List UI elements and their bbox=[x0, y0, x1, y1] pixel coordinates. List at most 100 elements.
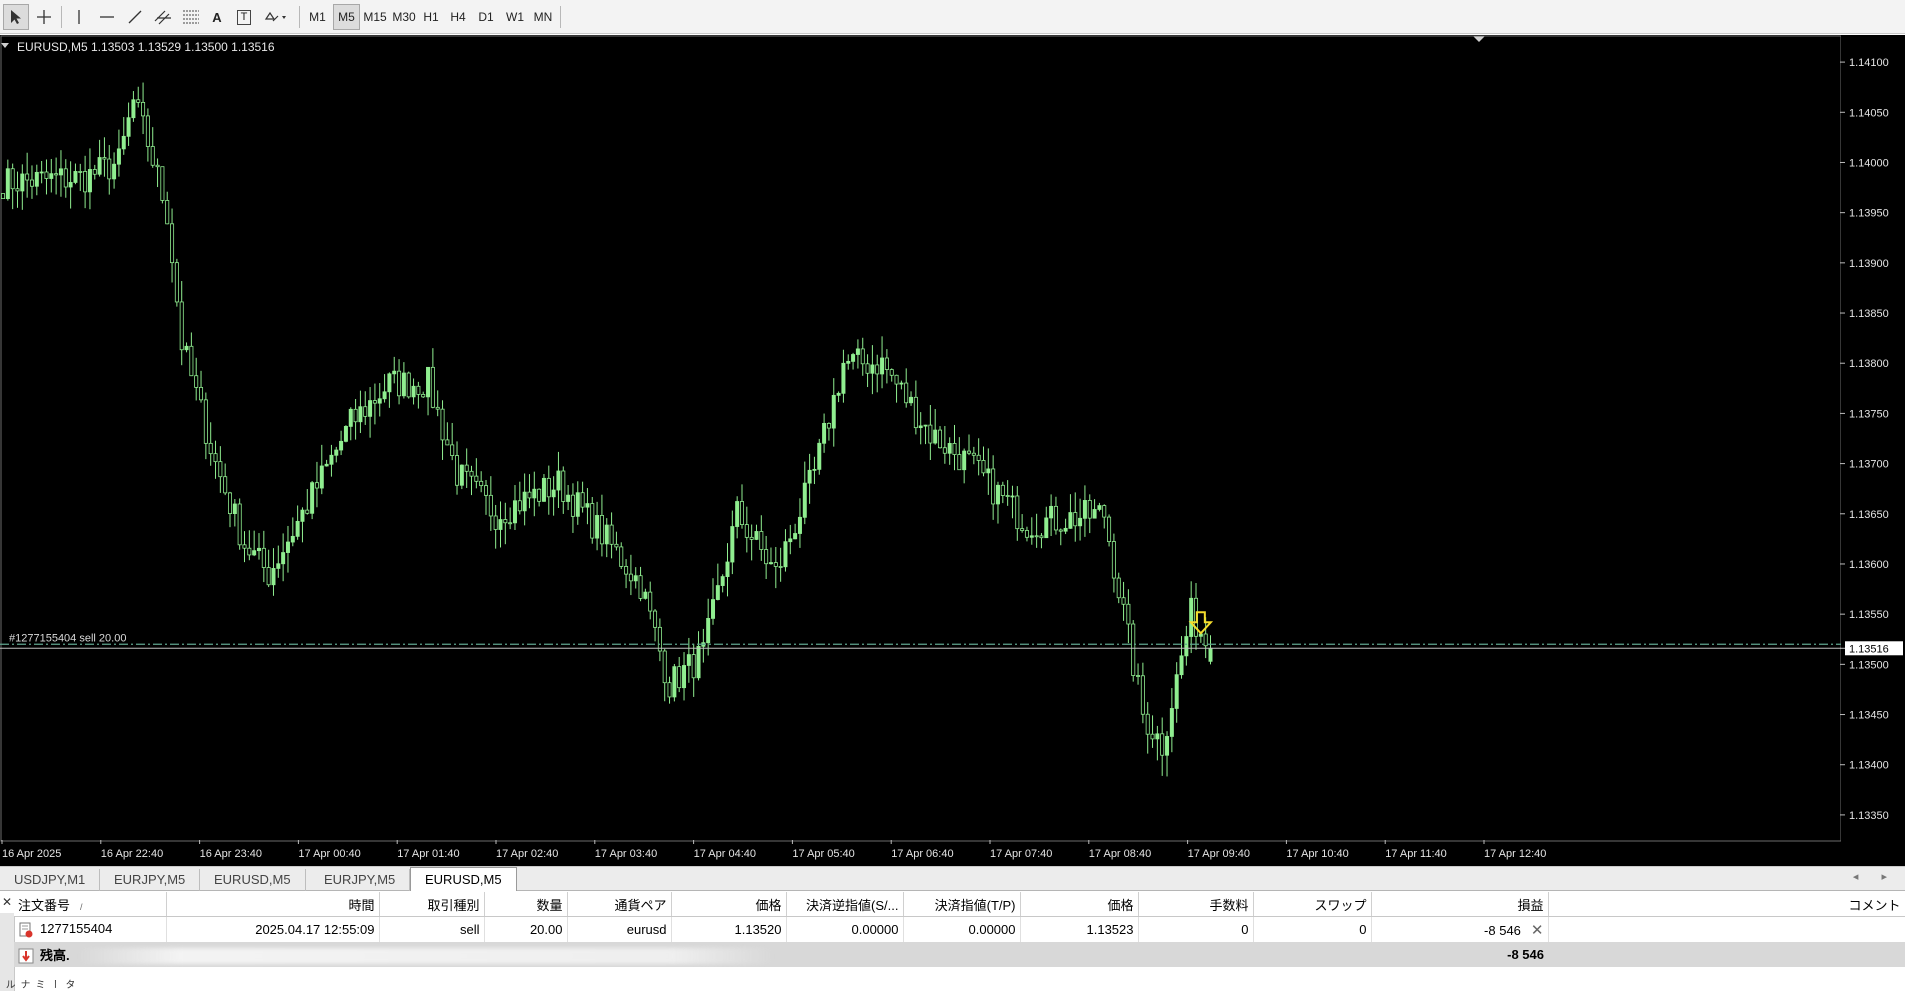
timeframe-h4-button[interactable]: H4 bbox=[446, 4, 470, 30]
candle-body bbox=[0, 193, 6, 200]
candle-body bbox=[889, 369, 894, 376]
col-header-symbol[interactable]: 通貨ペア bbox=[567, 892, 672, 917]
candle-body bbox=[97, 157, 102, 175]
col-header-comment[interactable]: コメント bbox=[1548, 892, 1905, 917]
candle-body bbox=[653, 610, 658, 628]
candle-body bbox=[1136, 675, 1141, 677]
text-tool-button[interactable]: A bbox=[206, 4, 228, 30]
price-tick-label: 1.13350 bbox=[1849, 810, 1889, 822]
tab-eurusd-m5[interactable]: EURUSD,M5 bbox=[200, 869, 306, 891]
text-label-tool-button[interactable]: T bbox=[232, 4, 256, 30]
candle-body bbox=[141, 101, 146, 117]
candle-body bbox=[493, 515, 498, 530]
timeframe-label: D1 bbox=[478, 10, 494, 24]
candle-body bbox=[783, 541, 788, 568]
current-price-label: 1.13516 bbox=[1849, 643, 1889, 655]
tab-eurjpy-m5-2[interactable]: EURJPY,M5 bbox=[310, 869, 411, 891]
candle-body bbox=[1155, 733, 1160, 740]
cursor-tool-button[interactable] bbox=[3, 4, 29, 30]
candle-body bbox=[459, 464, 464, 486]
col-header-current-price[interactable]: 価格 bbox=[1020, 892, 1139, 917]
candle-body bbox=[1111, 541, 1116, 579]
candle-body bbox=[353, 408, 358, 423]
candle-body bbox=[643, 591, 648, 599]
timeframe-d1-button[interactable]: D1 bbox=[474, 4, 498, 30]
candle-body bbox=[343, 426, 348, 442]
candle-body bbox=[372, 400, 377, 404]
fibonacci-tool-button[interactable] bbox=[178, 4, 204, 30]
time-tick-label: 17 Apr 08:40 bbox=[1089, 848, 1151, 860]
terminal-close-icon[interactable]: ✕ bbox=[2, 895, 12, 909]
tab-usdjpy-m1[interactable]: USDJPY,M1 bbox=[0, 869, 101, 891]
time-tick-label: 16 Apr 22:40 bbox=[101, 848, 163, 860]
candle-body bbox=[285, 541, 290, 553]
price-chart[interactable]: EURUSD,M5 1.13503 1.13529 1.13500 1.1351… bbox=[0, 35, 1905, 866]
candle-body bbox=[995, 484, 1000, 505]
tab-eurjpy-m5[interactable]: EURJPY,M5 bbox=[100, 869, 201, 891]
vertical-line-tool-button[interactable] bbox=[66, 4, 92, 30]
time-tick-label: 17 Apr 03:40 bbox=[595, 848, 657, 860]
col-header-swap[interactable]: スワップ bbox=[1253, 892, 1372, 917]
timeframe-h1-button[interactable]: H1 bbox=[419, 4, 443, 30]
candle-body bbox=[112, 163, 117, 180]
chart-canvas[interactable]: EURUSD,M5 1.13503 1.13529 1.13500 1.1351… bbox=[0, 35, 1905, 866]
candle-body bbox=[228, 492, 233, 515]
candle-body bbox=[237, 503, 242, 546]
timeframe-m30-button[interactable]: M30 bbox=[390, 4, 418, 30]
candle-body bbox=[430, 366, 435, 408]
order-row[interactable]: 1277155404 2025.04.17 12:55:09 sell 20.0… bbox=[14, 916, 1905, 942]
candle-body bbox=[261, 547, 266, 568]
col-header-sl[interactable]: 決済逆指値(S/... bbox=[786, 892, 904, 917]
order-current-price: 1.13523 bbox=[1020, 916, 1139, 942]
candle-body bbox=[870, 364, 875, 374]
candle-body bbox=[1082, 500, 1087, 519]
col-header-tp[interactable]: 決済指値(T/P) bbox=[903, 892, 1021, 917]
timeframe-m5-button[interactable]: M5 bbox=[333, 4, 360, 30]
candle-body bbox=[1165, 736, 1170, 756]
candle-body bbox=[29, 179, 34, 187]
candle-body bbox=[986, 468, 991, 474]
col-header-ticket[interactable]: 注文番号 / bbox=[14, 892, 167, 917]
col-header-time[interactable]: 時間 bbox=[166, 892, 380, 917]
equidistant-channel-tool-button[interactable] bbox=[150, 4, 176, 30]
trendline-tool-button[interactable] bbox=[122, 4, 148, 30]
col-header-profit[interactable]: 損益 bbox=[1371, 892, 1549, 917]
candle-body bbox=[20, 173, 25, 192]
timeframe-m1-button[interactable]: M1 bbox=[304, 4, 331, 30]
candle-body bbox=[657, 626, 662, 652]
candle-body bbox=[218, 461, 223, 478]
timeframe-label: M1 bbox=[309, 10, 326, 24]
tab-scroll-arrows[interactable]: ◂ ▸ bbox=[1853, 870, 1897, 883]
timeframe-m15-button[interactable]: M15 bbox=[361, 4, 389, 30]
candle-body bbox=[25, 173, 30, 181]
col-header-volume[interactable]: 数量 bbox=[484, 892, 568, 917]
crosshair-tool-button[interactable] bbox=[31, 4, 57, 30]
toolbar: A T M1 M5 M15 M30 H1 H4 D1 W1 MN bbox=[0, 0, 1905, 34]
col-header-commission[interactable]: 手数料 bbox=[1138, 892, 1254, 917]
tab-eurusd-m5-active[interactable]: EURUSD,M5 bbox=[410, 867, 517, 892]
horizontal-line-tool-button[interactable] bbox=[94, 4, 120, 30]
shapes-dropdown-button[interactable] bbox=[260, 4, 294, 30]
candle-body bbox=[83, 171, 88, 193]
candle-body bbox=[503, 519, 508, 524]
candle-body bbox=[614, 543, 619, 548]
candle-body bbox=[170, 223, 175, 264]
col-header-type[interactable]: 取引種別 bbox=[379, 892, 485, 917]
candle-body bbox=[87, 169, 92, 193]
candle-body bbox=[411, 385, 416, 398]
close-order-icon[interactable]: ✕ bbox=[1531, 921, 1544, 939]
timeframe-w1-button[interactable]: W1 bbox=[502, 4, 528, 30]
candle-body bbox=[884, 357, 889, 370]
candle-body bbox=[1160, 733, 1165, 756]
candle-body bbox=[875, 364, 880, 375]
candle-body bbox=[662, 650, 667, 684]
price-axis[interactable]: 1.14100 1.14050 1.14000 1.13950 1.13900 1.138… bbox=[1840, 35, 1905, 866]
toolbar-separator bbox=[560, 6, 561, 28]
col-header-price[interactable]: 価格 bbox=[671, 892, 787, 917]
time-tick-label: 17 Apr 01:40 bbox=[397, 848, 459, 860]
horizontal-line-tool-icon bbox=[100, 16, 114, 18]
timeframe-mn-button[interactable]: MN bbox=[530, 4, 556, 30]
candle-body bbox=[851, 354, 856, 362]
candle-body bbox=[797, 516, 802, 534]
candle-body bbox=[846, 360, 851, 364]
